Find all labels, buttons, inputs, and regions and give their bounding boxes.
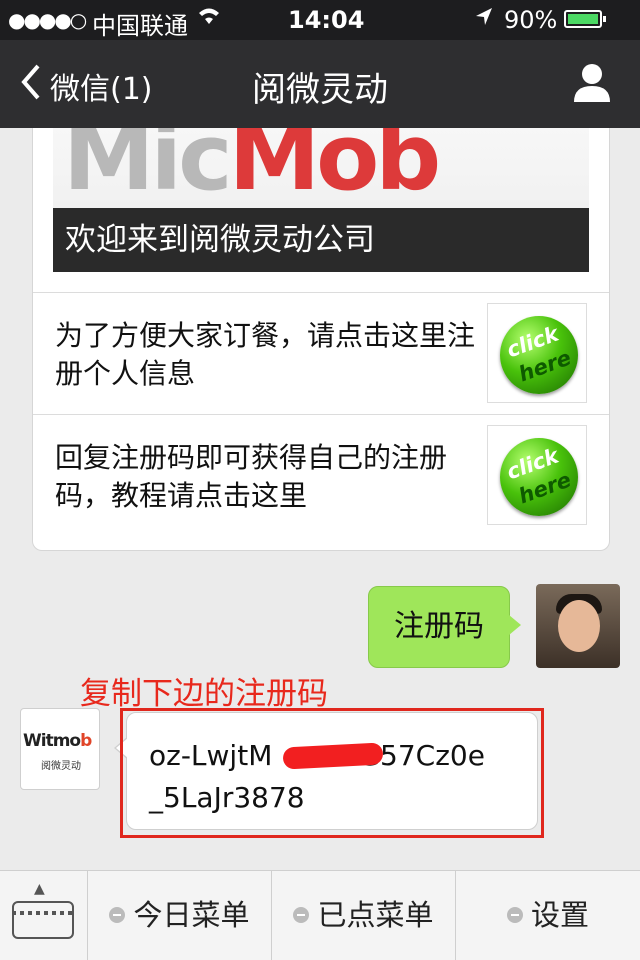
signal-strength-icon: ●●●●○ (8, 8, 87, 32)
article-item-thumbnail: click here (487, 303, 587, 403)
article-item-title: 回复注册码即可获得自己的注册码，教程请点击这里 (55, 441, 448, 512)
user-avatar[interactable] (536, 584, 620, 668)
menu-bullet-icon (293, 907, 310, 923)
article-item[interactable]: 回复注册码即可获得自己的注册码，教程请点击这里 click here (33, 414, 609, 536)
bot-logo: Witmob (23, 731, 92, 751)
bot-avatar[interactable]: Witmob 阅微灵动 (20, 708, 100, 790)
battery-icon (564, 10, 606, 28)
nav-bar: 微信(1) 阅微灵动 (0, 40, 640, 128)
click-here-icon: click here (500, 316, 578, 394)
status-bar: ●●●●○ 中国联通 14:04 90% (0, 0, 640, 40)
menu-bullet-icon (506, 907, 523, 923)
menu-ordered-button[interactable]: 已点菜单 (272, 871, 456, 960)
annotation-highlight-box (120, 708, 544, 838)
article-item-thumbnail: click here (487, 425, 587, 525)
click-here-icon: click here (500, 438, 578, 516)
keyboard-icon (12, 901, 74, 939)
carrier-label: 中国联通 (92, 12, 188, 40)
caret-up-icon: ▲ (34, 881, 45, 897)
battery-percent: 90% (504, 6, 558, 34)
menu-settings-button[interactable]: 设置 (456, 871, 640, 960)
banner-caption[interactable]: 欢迎来到阅微灵动公司 (53, 208, 589, 272)
sent-message-bubble[interactable]: 注册码 (368, 586, 521, 668)
keyboard-toggle-button[interactable]: ▲ (0, 871, 88, 960)
clock: 14:04 (288, 6, 365, 34)
profile-icon[interactable] (570, 60, 614, 104)
page-title: 阅微灵动 (252, 70, 388, 110)
annotation-label: 复制下边的注册码 (80, 676, 328, 712)
article-item-title: 为了方便大家订餐，请点击这里注册个人信息 (55, 319, 476, 390)
banner-logo: MicMob (63, 128, 441, 211)
article-item[interactable]: 为了方便大家订餐，请点击这里注册个人信息 click here (33, 292, 609, 414)
menu-bullet-icon (109, 907, 126, 923)
location-arrow-icon (474, 6, 494, 34)
menu-today-button[interactable]: 今日菜单 (88, 871, 272, 960)
bot-logo-subtitle: 阅微灵动 (41, 761, 81, 772)
wifi-icon (196, 4, 222, 32)
article-card: MicMob 欢迎来到阅微灵动公司 为了方便大家订餐，请点击这里注册个人信息 c… (32, 128, 610, 551)
bottom-menu-bar: ▲ 今日菜单 已点菜单 设置 (0, 870, 640, 960)
